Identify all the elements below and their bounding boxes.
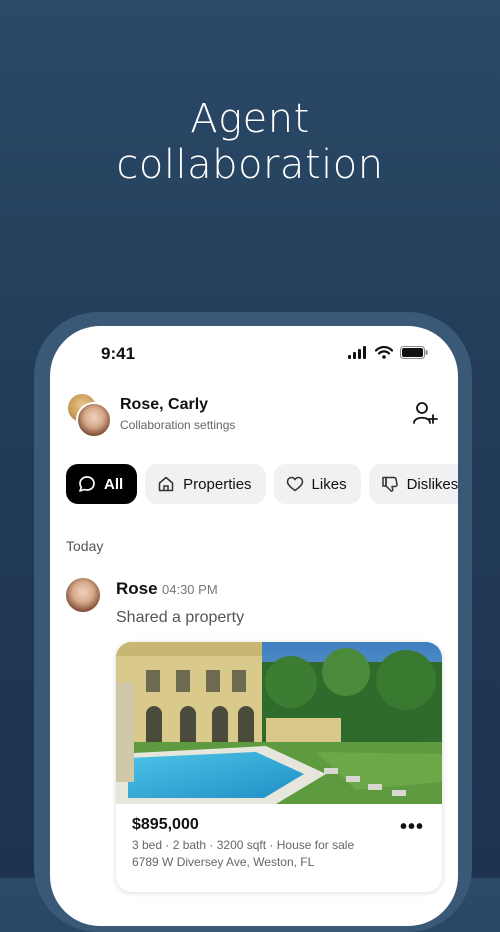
more-options-icon[interactable]: ••• xyxy=(400,816,424,839)
chat-bubble-icon xyxy=(79,476,95,492)
headline-line-1: Agent xyxy=(190,96,310,142)
property-card[interactable]: $895,000 ••• 3 bed · 2 bath · 3200 sqft … xyxy=(116,642,442,892)
headline: Agent collaboration xyxy=(0,96,500,188)
property-details: 3 bed · 2 bath · 3200 sqft · House for s… xyxy=(132,838,355,852)
filter-dislikes-label: Dislikes xyxy=(406,475,458,493)
message-avatar[interactable] xyxy=(66,578,100,612)
home-icon xyxy=(158,476,174,492)
phone-screen: 9:41 Rose, Carly Collaboration settings xyxy=(50,326,458,926)
property-price: $895,000 xyxy=(132,816,199,833)
property-address: 6789 W Diversey Ave, Weston, FL xyxy=(132,855,315,869)
add-person-icon[interactable] xyxy=(412,400,438,426)
property-photo xyxy=(116,642,442,804)
filter-all-label: All xyxy=(104,475,124,493)
avatar-rose xyxy=(76,402,112,438)
message-text: Shared a property xyxy=(116,609,245,626)
wifi-icon xyxy=(375,346,393,359)
thumbs-down-icon xyxy=(381,476,398,492)
filter-all[interactable]: All xyxy=(66,464,138,504)
heart-icon xyxy=(286,476,303,492)
status-icons xyxy=(348,346,428,359)
filter-likes[interactable]: Likes xyxy=(273,464,361,504)
headline-line-2: collaboration xyxy=(116,142,384,188)
avatar-stack xyxy=(66,392,114,438)
signal-icon xyxy=(348,346,366,359)
collaboration-header[interactable]: Rose, Carly Collaboration settings xyxy=(66,392,442,438)
filter-likes-label: Likes xyxy=(311,475,347,493)
status-time: 9:41 xyxy=(101,344,136,363)
message-time: 04:30 PM xyxy=(162,582,218,597)
battery-icon xyxy=(400,346,428,359)
message-sender: Rose xyxy=(116,579,158,598)
collaborators-name: Rose, Carly xyxy=(120,396,209,413)
filter-dislikes[interactable]: Dislikes xyxy=(368,464,458,504)
filter-chips: All Properties Likes Dislikes xyxy=(66,464,458,504)
filter-properties-label: Properties xyxy=(183,475,252,493)
section-label-today: Today xyxy=(66,538,104,554)
collaboration-settings-link[interactable]: Collaboration settings xyxy=(120,418,235,432)
filter-properties[interactable]: Properties xyxy=(145,464,266,504)
